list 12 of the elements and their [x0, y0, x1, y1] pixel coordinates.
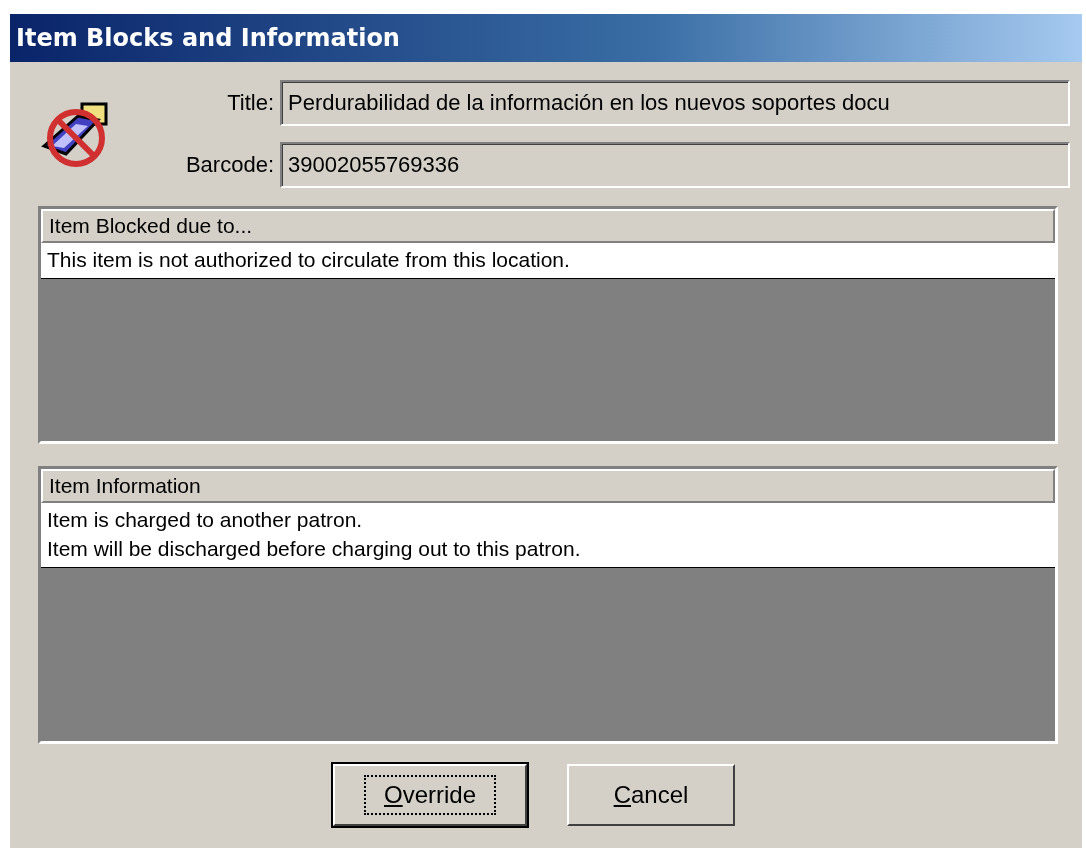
- list-row-text: Item will be discharged before charging out to this patron.: [47, 536, 582, 562]
- field-label: Barcode:: [184, 152, 274, 178]
- window-title: Item Blocks and Information: [10, 14, 1082, 62]
- text-field[interactable]: 39002055769336: [280, 142, 1070, 188]
- column-header: Item Information: [41, 469, 1055, 503]
- column-header: Item Blocked due to...: [41, 209, 1055, 243]
- list-row-text: Item is charged to another patron.: [47, 507, 364, 533]
- override-button[interactable]: Override: [333, 764, 527, 826]
- list-row-text: This item is not authorized to circulate from this location.: [47, 247, 571, 273]
- cancel-button[interactable]: Cancel: [567, 764, 735, 826]
- field-label: Title:: [226, 90, 274, 116]
- text-field[interactable]: Perdurabilidad de la información en los nuevos soportes docu: [280, 80, 1070, 126]
